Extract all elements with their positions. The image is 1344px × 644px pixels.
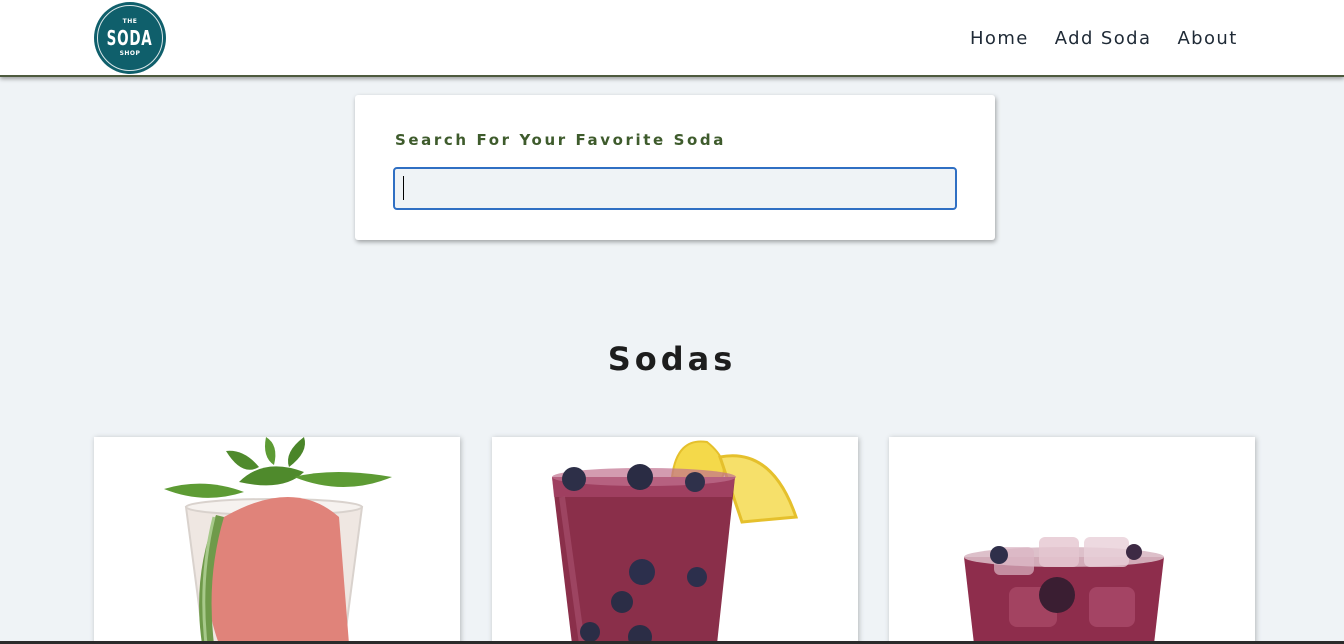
logo-bottom-text: SHOP: [119, 50, 141, 57]
soda-card[interactable]: [492, 437, 858, 644]
nav-home-link[interactable]: Home: [970, 28, 1029, 49]
navbar: THE SODA SHOP Home Add Soda About: [0, 0, 1344, 77]
text-caret: [403, 176, 404, 200]
soda-shop-logo[interactable]: THE SODA SHOP: [94, 2, 166, 74]
logo-main-text: SODA: [107, 26, 153, 50]
soda-card[interactable]: [889, 437, 1255, 644]
search-card: Search For Your Favorite Soda: [355, 95, 995, 240]
blueberry-lemonade-soda-image: [552, 440, 799, 644]
logo-top-text: THE: [122, 18, 138, 25]
mixed-berry-soda-image: [964, 537, 1164, 644]
watermelon-mint-soda-image: [164, 437, 392, 644]
nav-links: Home Add Soda About: [970, 28, 1238, 49]
nav-about-link[interactable]: About: [1177, 28, 1237, 49]
nav-add-soda-link[interactable]: Add Soda: [1055, 28, 1152, 49]
search-label: Search For Your Favorite Soda: [395, 131, 726, 149]
soda-card[interactable]: [94, 437, 460, 644]
sodas-heading: Sodas: [607, 340, 737, 378]
search-input[interactable]: [393, 167, 957, 210]
